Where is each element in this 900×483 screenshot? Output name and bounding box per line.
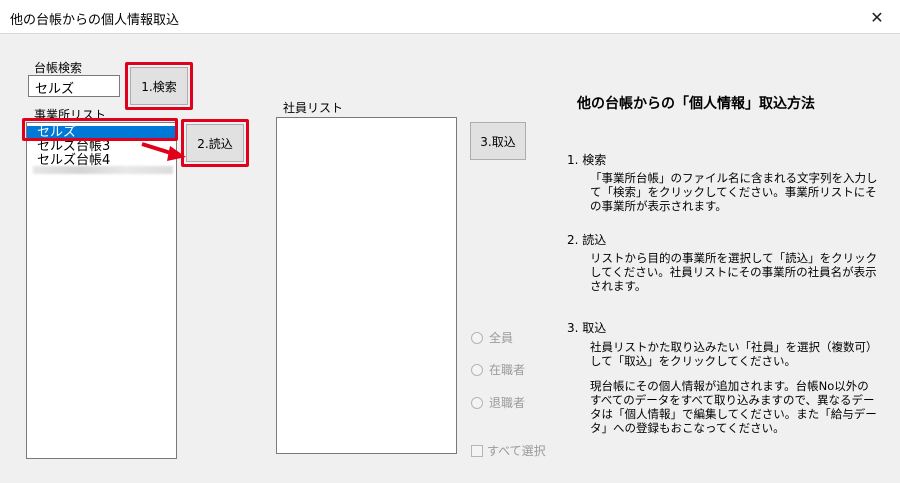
search-input[interactable]: セルズ: [28, 75, 120, 97]
import-button[interactable]: 3.取込: [470, 122, 526, 160]
window-title: 他の台帳からの個人情報取込: [10, 13, 180, 28]
step3-heading: 3. 取込: [567, 321, 607, 335]
step3-text-2: 現台帳にその個人情報が追加されます。台帳No以外のすべてのデータをすべて取り込み…: [590, 379, 877, 435]
employee-list-label: 社員リスト: [283, 101, 344, 115]
search-button[interactable]: 1.検索: [130, 67, 188, 105]
step1-heading: 1. 検索: [567, 153, 607, 167]
radio-retired-label: 退職者: [489, 396, 526, 410]
radio-all-label: 全員: [489, 331, 514, 345]
step3-text-1: 社員リストかた取り込みたい「社員」を選択（複数可）して「取込」をクリックしてくだ…: [590, 340, 878, 368]
select-all-checkbox[interactable]: すべて選択: [471, 442, 546, 459]
radio-circle-icon: [471, 396, 483, 409]
help-title: 他の台帳からの「個人情報」取込方法: [577, 96, 815, 112]
step2-text: リストから目的の事業所を選択して「読込」をクリックしてください。社員リストにその…: [590, 251, 878, 293]
step1-body: 「事業所台帳」のファイル名に含まれる文字列を入力して「検索」をクリックしてくださ…: [590, 171, 880, 224]
checkbox-icon: [471, 444, 483, 457]
search-label: 台帳検索: [34, 61, 83, 75]
employee-listbox[interactable]: [276, 117, 457, 454]
radio-retired[interactable]: 退職者: [471, 394, 525, 411]
radio-all[interactable]: 全員: [471, 329, 513, 346]
radio-employed-label: 在職者: [489, 363, 526, 377]
close-button[interactable]: ✕: [854, 0, 900, 34]
radio-circle-icon: [471, 331, 483, 344]
load-button[interactable]: 2.読込: [186, 124, 244, 162]
select-all-label: すべて選択: [487, 444, 546, 458]
title-bar: 他の台帳からの個人情報取込 ✕: [0, 0, 900, 34]
step1-text: 「事業所台帳」のファイル名に含まれる文字列を入力して「検索」をクリックしてくださ…: [590, 171, 878, 213]
radio-employed[interactable]: 在職者: [471, 361, 525, 378]
step2-body: リストから目的の事業所を選択して「読込」をクリックしてください。社員リストにその…: [590, 251, 880, 304]
office-listbox[interactable]: セルズ セルズ台帳3 セルズ台帳4: [26, 122, 177, 459]
step3-body: 社員リストかた取り込みたい「社員」を選択（複数可）して「取込」をクリックしてくだ…: [590, 340, 880, 446]
redacted-list-item: [33, 166, 173, 174]
close-icon: ✕: [870, 7, 884, 27]
radio-circle-icon: [471, 363, 483, 376]
step2-heading: 2. 読込: [567, 233, 607, 247]
